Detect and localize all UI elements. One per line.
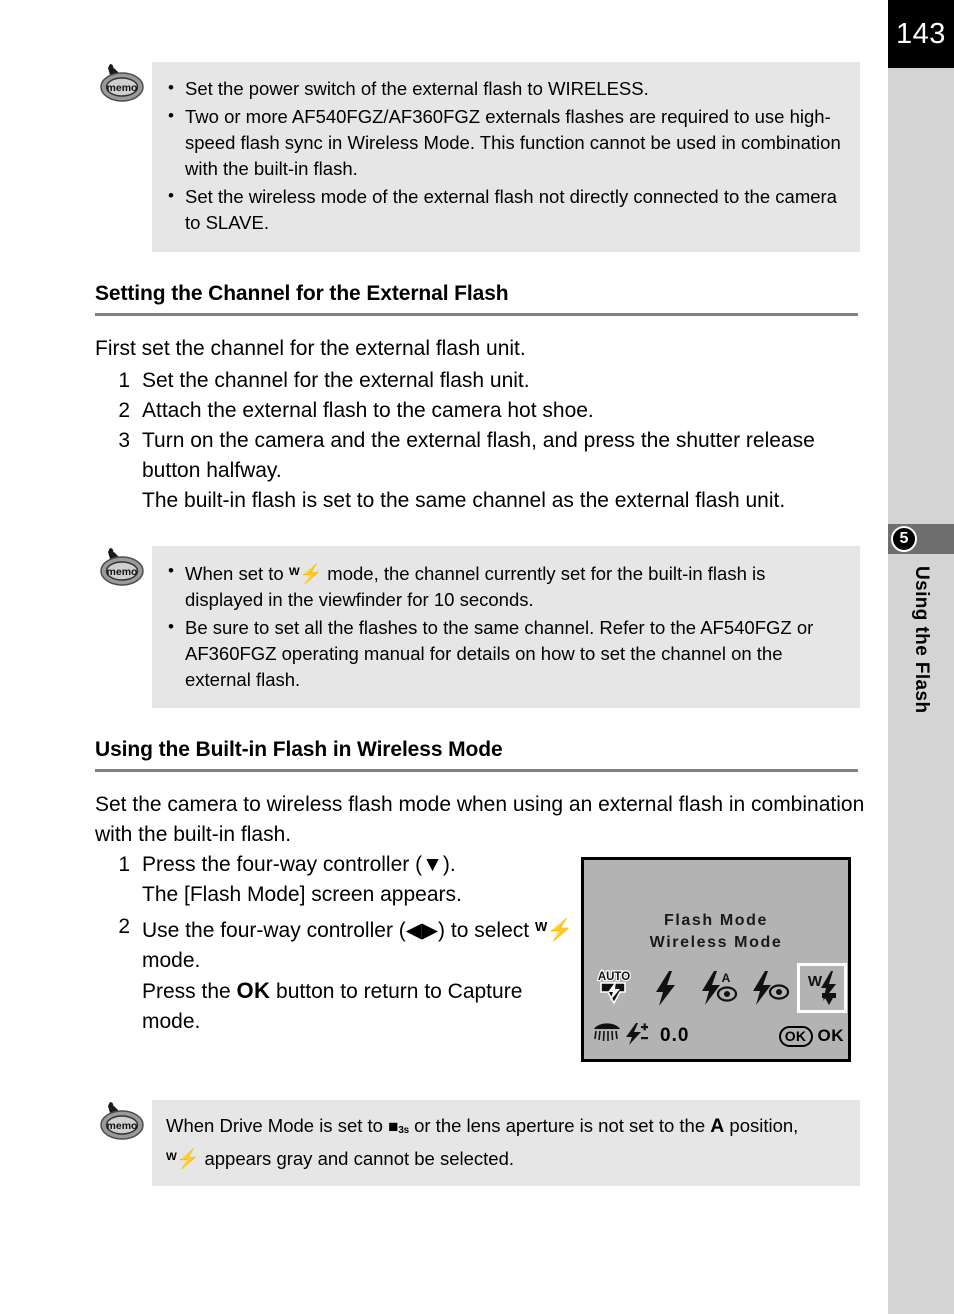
lcd-ok-hint: OK OK	[778, 1025, 845, 1047]
camera-lcd-screenshot: Flash Mode Wireless Mode AUTO A W 0.0 OK…	[581, 857, 851, 1062]
lcd-flash-mode-icons: AUTO A W	[592, 963, 847, 1013]
aperture-a-glyph: A	[710, 1115, 725, 1137]
memo-body-top: Set the power switch of the external fla…	[152, 62, 860, 252]
memo-paragraph: When Drive Mode is set to ■3s or the len…	[166, 1113, 844, 1172]
section-heading-wireless: Using the Built-in Flash in Wireless Mod…	[95, 738, 503, 761]
memo-text-d: appears gray and cannot be selected.	[199, 1148, 515, 1170]
memo-list-top: Set the power switch of the external fla…	[166, 75, 844, 236]
step-item: 3 Turn on the camera and the external fl…	[108, 426, 868, 486]
flash-compensation-icon	[624, 1021, 648, 1052]
step-number: 2	[118, 399, 130, 422]
memo-text-a: When Drive Mode is set to	[166, 1115, 389, 1136]
step-item: 2 Attach the external flash to the camer…	[108, 396, 868, 426]
step-text-b: mode.	[142, 948, 201, 972]
step-note-a: Press the	[142, 979, 237, 1003]
step-item: 2 Use the four-way controller (◀▶) to se…	[108, 912, 578, 976]
memo-icon: memo	[95, 62, 147, 108]
page-content: memo Set the power switch of the externa…	[0, 0, 888, 1314]
memo-item: Set the wireless mode of the external fl…	[166, 183, 844, 236]
lcd-title-line1: Flash Mode	[663, 912, 768, 929]
drive-mode-sub: 3s	[398, 1125, 409, 1137]
memo-item: When set to W⚡ mode, the channel current…	[166, 558, 844, 613]
svg-text:W: W	[808, 973, 823, 990]
step-text: Press the four-way controller (▼).	[142, 853, 456, 876]
step-number: 3	[118, 429, 130, 452]
chapter-number-badge: 5	[891, 526, 917, 552]
section2-steps: 1 Press the four-way controller (▼). The…	[108, 850, 578, 1037]
svg-text:A: A	[722, 971, 731, 985]
svg-text:AUTO: AUTO	[598, 971, 630, 983]
step-number: 1	[118, 853, 130, 876]
svg-text:memo: memo	[107, 82, 138, 94]
step-number: 2	[118, 915, 130, 938]
step-item: 1 Press the four-way controller (▼).	[108, 850, 578, 880]
chapter-title-label: Using the Flash	[911, 566, 932, 714]
svg-text:memo: memo	[107, 566, 138, 578]
memo-text-b: or the lens aperture is not set to the	[408, 1115, 711, 1136]
step-text-a: Use the four-way controller (◀▶) to sele…	[142, 918, 535, 942]
step-note: The built-in flash is set to the same ch…	[142, 489, 786, 512]
chapter-number-label: 5	[899, 530, 909, 547]
flash-auto-redeye-icon[interactable]: A	[696, 965, 740, 1011]
ok-button-glyph: OK	[236, 977, 271, 1003]
flash-wireless-icon[interactable]: W	[797, 963, 847, 1013]
memo-icon: memo	[95, 546, 147, 592]
memo-list-middle: When set to W⚡ mode, the channel current…	[166, 558, 844, 693]
step-note: Press the OK button to return to Capture…	[108, 976, 578, 1037]
section2-intro: Set the camera to wireless flash mode wh…	[95, 793, 865, 846]
flash-wireless-glyph: W⚡	[166, 1148, 200, 1170]
section-heading-channel: Setting the Channel for the External Fla…	[95, 282, 509, 305]
step-item: 1 Set the channel for the external flash…	[108, 366, 868, 396]
ok-button-icon: OK	[778, 1025, 813, 1047]
lcd-ev-value: 0.0	[660, 1025, 690, 1046]
memo-icon: memo	[95, 1100, 147, 1146]
lcd-title-line2: Wireless Mode	[649, 934, 783, 951]
step-text: Attach the external flash to the camera …	[142, 399, 594, 422]
section1-intro: First set the channel for the external f…	[95, 337, 526, 360]
flash-wireless-glyph: W⚡	[288, 563, 323, 585]
lcd-ok-label: OK	[817, 1026, 844, 1045]
lcd-title: Flash Mode Wireless Mode	[584, 910, 848, 954]
step-note: The [Flash Mode] screen appears.	[142, 883, 462, 906]
section-rule	[95, 769, 858, 772]
section1-steps: 1 Set the channel for the external flash…	[108, 366, 868, 516]
flash-on-redeye-icon[interactable]	[748, 965, 792, 1011]
memo-item-text-before: When set to	[185, 563, 289, 585]
step-text: Set the channel for the external flash u…	[142, 369, 530, 392]
flash-wireless-glyph: W⚡	[534, 917, 573, 942]
step-text: Turn on the camera and the external flas…	[142, 429, 815, 482]
drive-mode-remote-icon: ■3s	[388, 1117, 409, 1137]
lcd-flash-exposure-compensation: 0.0	[592, 1021, 689, 1052]
page-number: 143	[896, 17, 946, 50]
memo-item: Be sure to set all the flashes to the sa…	[166, 614, 844, 693]
page-number-tab: 143	[888, 0, 954, 68]
e-dial-icon	[592, 1022, 622, 1050]
memo-item: Set the power switch of the external fla…	[166, 75, 844, 102]
section-rule	[95, 313, 858, 316]
flash-auto-icon[interactable]: AUTO	[592, 965, 636, 1011]
memo-body-middle: When set to W⚡ mode, the channel current…	[152, 546, 860, 709]
memo-item: Two or more AF540FGZ/AF360FGZ externals …	[166, 103, 844, 182]
flash-on-icon[interactable]	[644, 965, 688, 1011]
memo-body-bottom: When Drive Mode is set to ■3s or the len…	[152, 1100, 860, 1187]
memo-text-c: position,	[724, 1115, 799, 1136]
step-number: 1	[118, 369, 130, 392]
chapter-title: Using the Flash	[888, 566, 954, 786]
svg-text:memo: memo	[107, 1120, 138, 1132]
lcd-bottom-bar: 0.0 OK OK	[592, 1021, 844, 1051]
